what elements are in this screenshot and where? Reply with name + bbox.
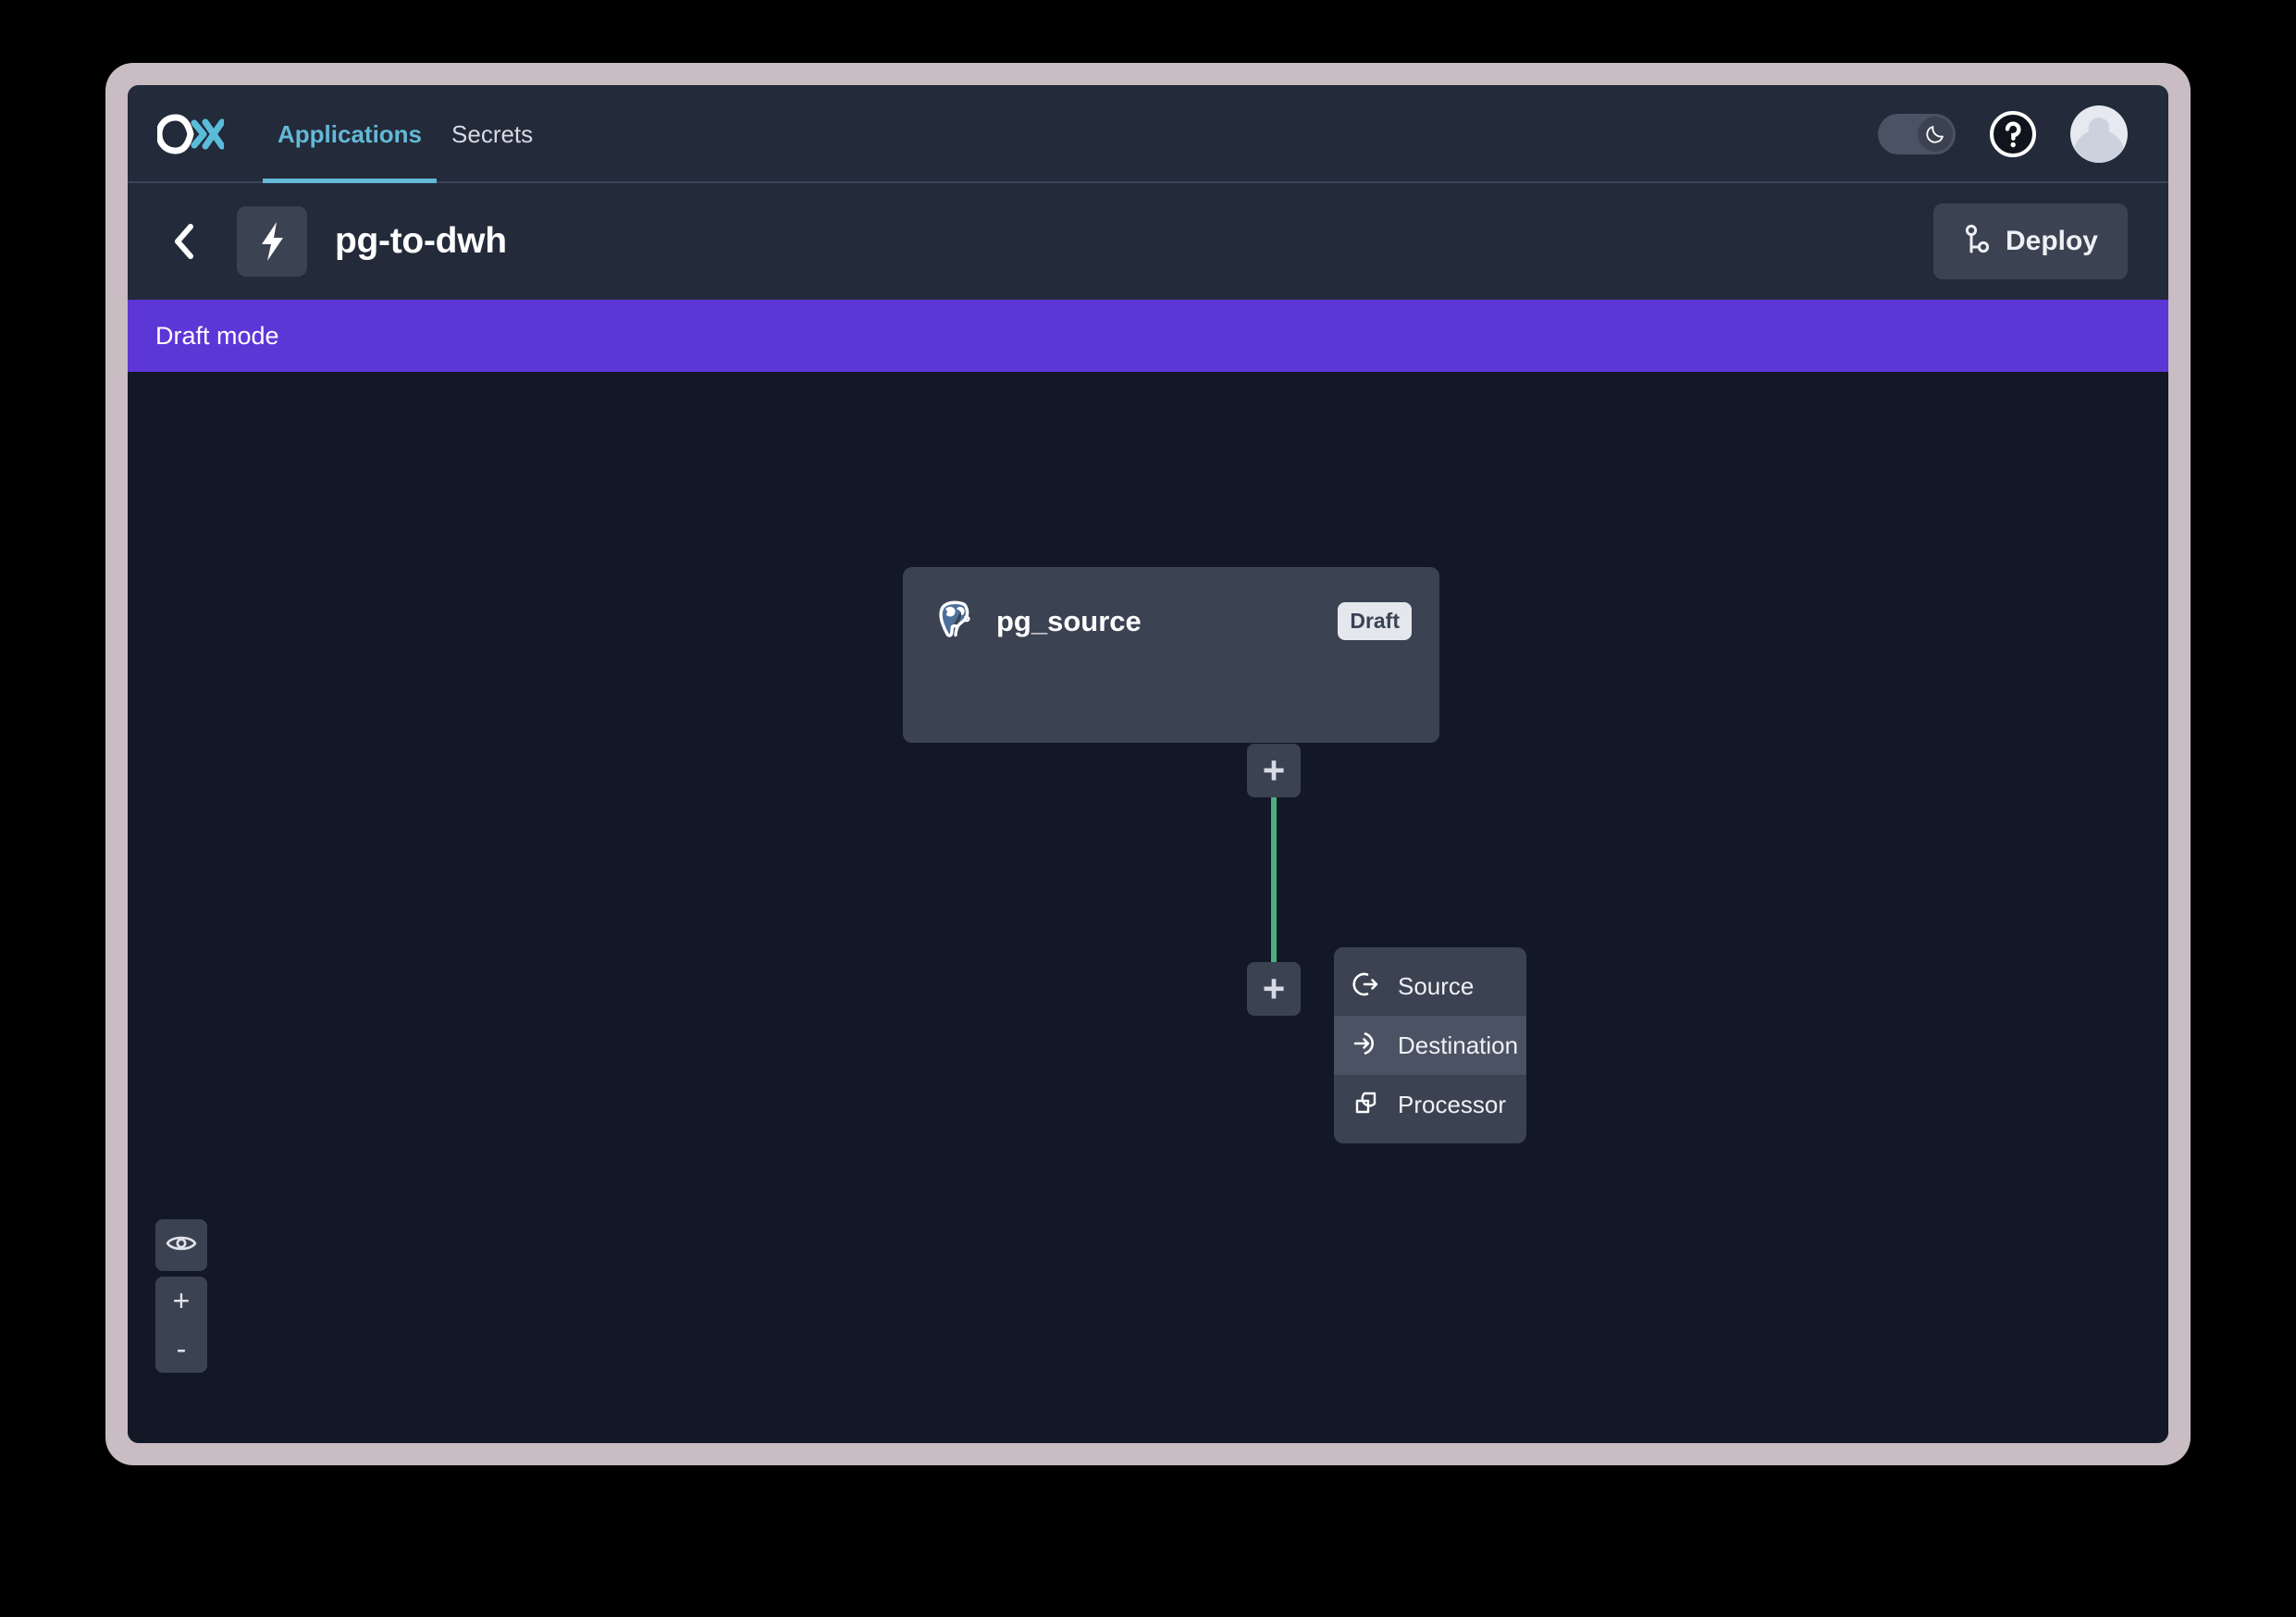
nav-tabs: Applications Secrets <box>263 85 548 183</box>
zoom-in-button[interactable]: + <box>155 1277 207 1325</box>
avatar[interactable] <box>2070 105 2128 163</box>
plus-icon: + <box>1263 751 1286 790</box>
add-node-context-menu: Source Destination <box>1334 947 1526 1143</box>
flow-node-title: pg_source <box>996 605 1142 638</box>
status-badge: Draft <box>1338 602 1412 640</box>
eye-icon <box>166 1232 197 1259</box>
fit-view-button[interactable] <box>155 1219 207 1271</box>
question-circle-icon[interactable] <box>1987 108 2039 160</box>
draft-mode-banner: Draft mode <box>128 300 2168 372</box>
tab-applications[interactable]: Applications <box>263 85 437 183</box>
app-window-frame: Applications Secrets <box>105 63 2191 1465</box>
page-title: pg-to-dwh <box>335 221 507 262</box>
top-navigation-bar: Applications Secrets <box>128 85 2168 183</box>
menu-item-destination[interactable]: Destination <box>1334 1016 1526 1075</box>
zoom-out-button[interactable]: - <box>155 1325 207 1373</box>
chevron-left-icon[interactable] <box>159 216 209 266</box>
menu-item-processor-label: Processor <box>1398 1091 1506 1119</box>
destination-arrow-in-icon <box>1352 1030 1380 1062</box>
source-arrow-out-icon <box>1352 970 1380 1003</box>
tab-secrets[interactable]: Secrets <box>437 85 548 183</box>
deploy-button-label: Deploy <box>2006 226 2098 257</box>
add-node-button-top[interactable]: + <box>1247 744 1301 797</box>
dark-mode-toggle[interactable] <box>1878 114 1956 154</box>
menu-item-destination-label: Destination <box>1398 1031 1518 1060</box>
menu-item-source-label: Source <box>1398 972 1474 1001</box>
postgresql-elephant-icon <box>933 598 976 645</box>
zoom-controls: + - <box>155 1277 207 1373</box>
flow-node-pg-source[interactable]: pg_source Draft <box>903 567 1439 743</box>
conduit-logo-icon[interactable] <box>157 114 224 154</box>
tab-secrets-label: Secrets <box>451 120 533 149</box>
draft-mode-banner-label: Draft mode <box>155 322 279 351</box>
flow-node-header: pg_source Draft <box>903 567 1439 645</box>
nav-right-controls <box>1878 105 2128 163</box>
git-branch-icon <box>1963 224 1991 260</box>
moon-icon <box>1918 117 1953 152</box>
page-header: pg-to-dwh Deploy <box>128 183 2168 300</box>
deploy-button[interactable]: Deploy <box>1933 204 2128 279</box>
processor-squares-icon <box>1352 1089 1380 1121</box>
pipeline-canvas[interactable]: pg_source Draft + + <box>128 372 2168 1443</box>
plus-icon: + <box>1263 969 1286 1008</box>
tab-applications-label: Applications <box>278 120 422 149</box>
menu-item-processor[interactable]: Processor <box>1334 1075 1526 1134</box>
pipeline-edge <box>1271 797 1277 962</box>
lightning-bolt-icon <box>237 206 307 277</box>
menu-item-source[interactable]: Source <box>1334 957 1526 1016</box>
add-node-button-bottom[interactable]: + <box>1247 962 1301 1016</box>
avatar-body-shape <box>2073 130 2125 163</box>
app-window: Applications Secrets <box>128 85 2168 1443</box>
